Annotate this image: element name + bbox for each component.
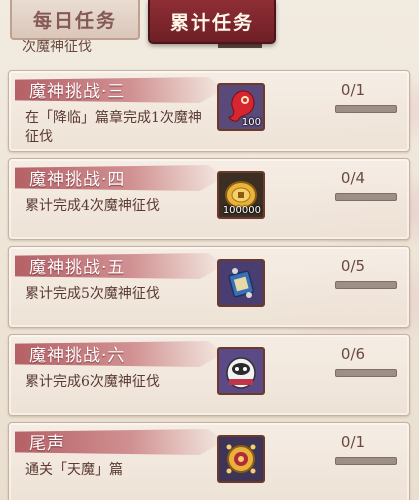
task-card: 尾声 通关「天魔」篇 0/1: [8, 422, 410, 500]
tab-daily-tasks[interactable]: 每日任务: [10, 0, 140, 40]
tab-cumulative-tasks[interactable]: 累计任务: [148, 0, 276, 44]
progress-bar: [335, 105, 397, 113]
task-card: 魔神挑战·六 累计完成6次魔神征伐 0/6: [8, 334, 410, 416]
talisman-ticket-icon: [219, 261, 263, 305]
progress-text: 0/4: [340, 169, 366, 187]
task-desc: 累计完成6次魔神征伐: [25, 374, 160, 390]
reward-count: 100000: [222, 205, 261, 216]
progress-text: 0/6: [340, 345, 366, 363]
task-title: 尾声: [29, 434, 65, 454]
reward-count: 100: [241, 117, 261, 128]
progress-text: 0/1: [340, 433, 366, 451]
task-desc: 在「降临」篇章完成1次魔神征伐: [25, 110, 202, 145]
reward-item[interactable]: [217, 347, 265, 395]
progress-bar: [335, 369, 397, 377]
golden-charm-icon: [219, 437, 263, 481]
task-desc: 通关「天魔」篇: [25, 462, 123, 478]
tab-bar: 每日任务 累计任务: [0, 0, 419, 46]
task-title: 魔神挑战·五: [29, 258, 126, 278]
progress-bar: [335, 193, 397, 201]
reward-item[interactable]: [217, 435, 265, 483]
task-desc: 累计完成5次魔神征伐: [25, 286, 160, 302]
task-title: 魔神挑战·三: [29, 82, 126, 102]
progress-bar: [335, 281, 397, 289]
reward-item[interactable]: [217, 259, 265, 307]
progress-text: 0/5: [340, 257, 366, 275]
task-card: 魔神挑战·四 累计完成4次魔神征伐 100000 0/4: [8, 158, 410, 240]
progress-text: 0/1: [340, 81, 366, 99]
task-card: 魔神挑战·三 在「降临」篇章完成1次魔神征伐 100 0/1: [8, 70, 410, 152]
task-card: 魔神挑战·五 累计完成5次魔神征伐 0/5: [8, 246, 410, 328]
task-title: 魔神挑战·六: [29, 346, 126, 366]
task-title: 魔神挑战·四: [29, 170, 126, 190]
reward-item[interactable]: 100000: [217, 171, 265, 219]
task-desc: 累计完成4次魔神征伐: [25, 198, 160, 214]
daruma-material-icon: [219, 349, 263, 393]
progress-bar: [335, 457, 397, 465]
reward-item[interactable]: 100: [217, 83, 265, 131]
